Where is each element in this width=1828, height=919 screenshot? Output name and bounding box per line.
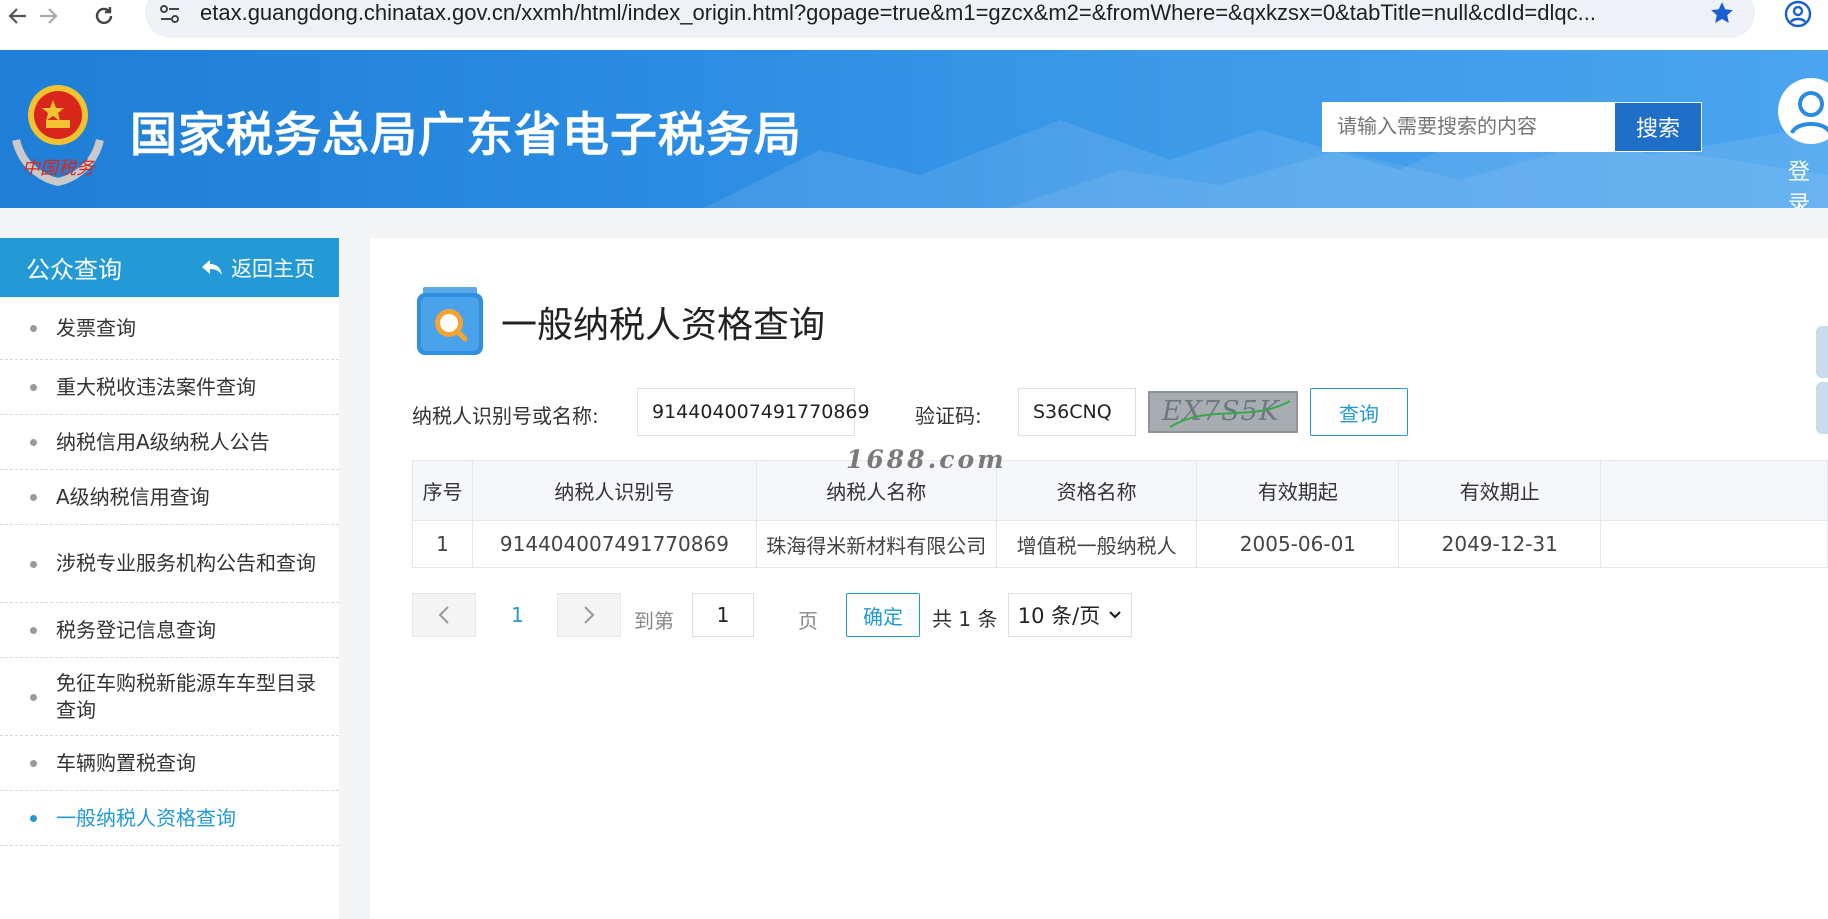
column-header-overflow (1600, 460, 1828, 521)
bullet-icon (30, 439, 37, 446)
sidebar-item-label: 纳税信用A级纳税人公告 (56, 429, 270, 454)
emblem-caption: 中国税务 (22, 158, 96, 179)
bullet-icon (30, 815, 37, 822)
sidebar-header: 公众查询 返回主页 (0, 238, 339, 297)
page-title: 一般纳税人资格查询 (501, 305, 826, 346)
table-cell: 914404007491770869 (471, 520, 757, 568)
total-prefix: 共 (932, 607, 952, 631)
goto-label: 到第 (634, 609, 674, 633)
sidebar-item-label: 发票查询 (56, 315, 136, 340)
table-cell: 1 (412, 520, 473, 568)
main-content: 一般纳税人资格查询 纳税人识别号或名称: 914404007491770869 … (370, 238, 1828, 919)
table-body: 1 914404007491770869 珠海得米新材料有限公司 增值税一般纳税人 20… (412, 520, 1828, 568)
sidebar-item[interactable]: 免征车购税新能源车车型目录查询 (0, 658, 339, 736)
back-arrow-icon[interactable] (4, 2, 32, 30)
return-arrow-icon (202, 259, 222, 275)
table-cell-overflow (1600, 520, 1828, 568)
url-text[interactable]: etax.guangdong.chinatax.gov.cn/xxmh/html… (200, 0, 1596, 26)
bookmark-star-icon[interactable] (1709, 0, 1735, 30)
total-suffix: 条 (977, 607, 998, 631)
goto-page-input[interactable]: 1 (692, 593, 754, 637)
table-cell: 2049-12-31 (1398, 520, 1602, 568)
login-link[interactable]: 登录 (1788, 154, 1828, 208)
back-home-link[interactable]: 返回主页 (201, 253, 315, 283)
bullet-icon (30, 693, 37, 701)
sidebar-item[interactable]: 税务登记信息查询 (0, 603, 339, 658)
search-box[interactable] (1322, 102, 1614, 152)
next-page-button[interactable] (557, 593, 621, 637)
sidebar-item-label: 免征车购税新能源车车型目录查询 (56, 670, 316, 722)
column-header: 纳税人识别号 (471, 460, 757, 521)
national-emblem-icon: 中国税务 (8, 70, 108, 190)
captcha-input[interactable]: S36CNQ (1018, 388, 1136, 436)
reload-icon[interactable] (90, 2, 118, 30)
sidebar-item[interactable]: 纳税信用A级纳税人公告 (0, 415, 339, 470)
sidebar-title: 公众查询 (26, 256, 122, 284)
search-document-icon (417, 285, 483, 355)
bullet-icon (30, 760, 37, 767)
browser-toolbar: etax.guangdong.chinatax.gov.cn/xxmh/html… (0, 0, 1828, 50)
site-settings-icon[interactable] (158, 2, 182, 30)
taxpayer-label: 纳税人识别号或名称: (412, 404, 599, 428)
table-cell: 2005-06-01 (1196, 520, 1400, 568)
chevron-right-icon (584, 606, 595, 624)
search-button[interactable]: 搜索 (1614, 102, 1702, 152)
chevron-left-icon (438, 606, 449, 624)
bullet-icon (30, 627, 37, 634)
table-row: 1 914404007491770869 珠海得米新材料有限公司 增值税一般纳税人 20… (412, 520, 1828, 568)
user-avatar-icon[interactable] (1778, 78, 1828, 144)
bullet-icon (30, 560, 37, 568)
search-input[interactable] (1323, 103, 1613, 151)
sidebar-item[interactable]: 涉税专业服务机构公告和查询 (0, 525, 339, 603)
column-header: 有效期起 (1196, 460, 1400, 521)
sidebar-item-label: 车辆购置税查询 (56, 750, 196, 775)
bullet-icon (30, 325, 37, 332)
site-title: 国家税务总局广东省电子税务局 (130, 108, 802, 163)
total-count: 共 1 条 (932, 603, 997, 632)
query-form: 纳税人识别号或名称: 914404007491770869 验证码: S36CN… (412, 388, 1812, 436)
pagination: 1 到第 1 页 确定 共 1 条 10 条/页 (412, 593, 1312, 639)
captcha-noise-line (1169, 400, 1291, 428)
table-cell: 增值税一般纳税人 (995, 520, 1198, 568)
sidebar-item-label: 税务登记信息查询 (56, 617, 216, 642)
bullet-icon (30, 494, 37, 501)
page-size-value: 10 条/页 (1017, 604, 1101, 628)
table-header-row: 序号 纳税人识别号 纳税人名称 资格名称 有效期起 有效期止 (412, 460, 1828, 521)
sidebar-item[interactable]: A级纳税信用查询 (0, 470, 339, 525)
sidebar-item-label: 涉税专业服务机构公告和查询 (56, 551, 316, 575)
goto-confirm-button[interactable]: 确定 (846, 593, 920, 637)
page-size-select[interactable]: 10 条/页 (1008, 593, 1132, 637)
side-float-tab[interactable] (1816, 326, 1828, 378)
taxpayer-id-input[interactable]: 914404007491770869 (637, 388, 870, 436)
side-float-tab[interactable] (1816, 382, 1828, 434)
site-header: 中国税务 国家税务总局广东省电子税务局 搜索 登录 (0, 50, 1828, 208)
sidebar-item[interactable]: 一般纳税人资格查询 (0, 791, 339, 846)
watermark-text: 1688.com (846, 445, 1007, 474)
chevron-down-icon (1109, 611, 1122, 619)
column-header: 序号 (412, 460, 473, 521)
forward-arrow-icon[interactable] (34, 2, 62, 30)
sidebar-item[interactable]: 重大税收违法案件查询 (0, 360, 339, 415)
result-table: 序号 纳税人识别号 纳税人名称 资格名称 有效期起 有效期止 1 9144040074917… (412, 460, 1828, 568)
captcha-label: 验证码: (915, 404, 982, 428)
total-count-value: 1 (958, 607, 972, 631)
sidebar-menu: 发票查询重大税收违法案件查询 纳税信用A级纳税人公告 A级纳税信用查询涉税专业服务机… (0, 297, 339, 846)
sidebar-item-label: A级纳税信用查询 (56, 484, 210, 509)
back-home-label: 返回主页 (231, 256, 315, 281)
column-header: 有效期止 (1398, 460, 1602, 521)
bullet-icon (30, 384, 37, 391)
prev-page-button[interactable] (412, 593, 476, 637)
table-cell: 珠海得米新材料有限公司 (755, 520, 997, 568)
sidebar-item-label: 一般纳税人资格查询 (56, 805, 236, 830)
page-unit-label: 页 (798, 609, 818, 633)
sidebar-item[interactable]: 发票查询 (0, 297, 339, 360)
profile-icon[interactable] (1784, 0, 1812, 32)
current-page-number[interactable]: 1 (511, 603, 524, 627)
captcha-image[interactable]: EX7S5K (1148, 391, 1298, 433)
sidebar: 公众查询 返回主页 发票查询重大税收违法案件查询 纳税信用A级纳税人公告 A级纳税信… (0, 238, 339, 919)
column-header: 资格名称 (995, 460, 1198, 521)
sidebar-item[interactable]: 车辆购置税查询 (0, 736, 339, 791)
query-button[interactable]: 查询 (1310, 388, 1408, 436)
sidebar-item-label: 重大税收违法案件查询 (56, 374, 256, 399)
